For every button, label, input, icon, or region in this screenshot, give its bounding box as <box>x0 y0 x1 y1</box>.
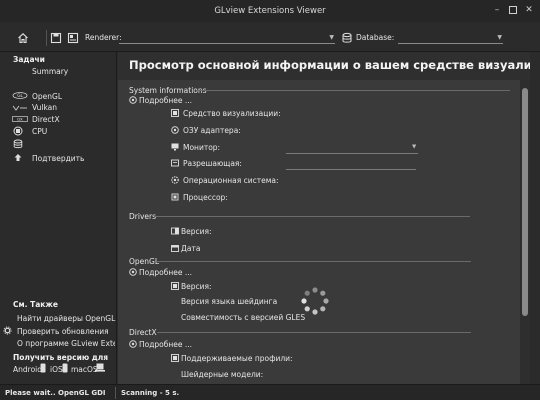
svg-text:DX: DX <box>17 117 23 122</box>
chevron-down-icon: ▼ <box>329 34 334 41</box>
scrollbar-thumb[interactable] <box>522 88 528 316</box>
find-drivers-link[interactable]: Найти драйверы OpenGL ... <box>17 314 125 323</box>
toolbar-separator <box>46 30 47 46</box>
driver-date-row-label: Дата <box>181 244 201 253</box>
tasks-header: Задачи <box>13 55 45 64</box>
database-icon <box>342 32 352 43</box>
profile-icon <box>171 354 179 362</box>
resolution-row-label: Разрешающая: <box>183 159 242 168</box>
shader-models-row-label: Шейдерные модели: <box>181 370 264 379</box>
info-icon <box>129 268 137 276</box>
version-icon <box>171 282 179 290</box>
gear-icon <box>3 326 12 335</box>
home-icon[interactable] <box>17 32 29 44</box>
about-link[interactable]: О программе GLview Extensions ... <box>17 339 115 348</box>
os-row-label: Операционная система: <box>183 176 279 185</box>
opengl-more-link[interactable]: Подробнее ... <box>139 268 192 277</box>
renderer-label: Renderer: <box>85 33 122 42</box>
calendar-icon <box>171 245 179 252</box>
renderer-combobox[interactable]: ▼ <box>119 33 335 44</box>
ios-link[interactable]: iOS <box>50 365 63 374</box>
directx-group-label: DirectX <box>129 328 157 337</box>
monitor-combobox[interactable] <box>286 153 418 154</box>
svg-text:GL: GL <box>17 93 23 98</box>
laptop-icon <box>95 363 105 372</box>
sidebar-item-summary[interactable]: Summary <box>32 67 68 76</box>
vertical-scrollbar[interactable] <box>520 80 530 384</box>
info-icon <box>129 96 137 104</box>
title-bar: GLview Extensions Viewer – ✕ <box>0 0 540 22</box>
opengl-logo: GL <box>12 92 28 99</box>
memory-icon <box>171 126 179 134</box>
phone-icon <box>62 363 68 373</box>
database-label: Database: <box>356 33 395 42</box>
loading-spinner-icon <box>301 287 329 315</box>
group-divider <box>154 216 470 217</box>
android-link[interactable]: Android <box>13 365 42 374</box>
driver-version-row-label: Версия: <box>181 227 212 236</box>
scan-status: Scanning - 5 s. <box>121 389 180 397</box>
status-separator <box>115 387 116 399</box>
save-icon[interactable] <box>50 32 62 44</box>
resolution-icon <box>171 159 179 167</box>
monitor-icon <box>171 143 179 151</box>
sidebar-item-opengl[interactable]: OpenGL <box>32 92 62 101</box>
title-band: Просмотр основной информации о вашем сре… <box>118 52 530 80</box>
page-title: Просмотр основной информации о вашем сре… <box>129 58 530 72</box>
sidebar-item-vulkan[interactable]: Vulkan <box>32 103 57 112</box>
toolbar: Renderer: ▼ Database: ▼ <box>0 22 540 52</box>
shading-language-row-label: Версия языка шейдинга <box>181 297 278 306</box>
upload-icon <box>14 154 22 161</box>
sidebar-item-cpu[interactable]: CPU <box>32 127 47 136</box>
group-divider <box>157 332 471 333</box>
renderer-row-label: Средство визуализации: <box>183 109 281 118</box>
get-version-header: Получить версию для <box>13 353 109 362</box>
supported-profiles-row-label: Поддерживаемые профили: <box>181 354 293 363</box>
database-combobox[interactable]: ▼ <box>398 33 503 44</box>
processor-icon <box>171 193 179 201</box>
close-button[interactable]: ✕ <box>523 4 535 16</box>
version-icon <box>171 227 179 235</box>
gles-compat-row-label: Совместимость с версией GLES <box>181 313 306 322</box>
phone-icon <box>40 363 46 373</box>
directx-logo: DX <box>12 116 28 122</box>
main-content: Просмотр основной информации о вашем сре… <box>118 52 530 384</box>
drivers-group-label: Drivers <box>129 212 156 221</box>
adapter-ram-row-label: ОЗУ адаптера: <box>183 126 241 135</box>
group-divider <box>196 90 510 91</box>
chevron-down-icon: ▼ <box>412 144 417 150</box>
opengl-version-row-label: Версия: <box>181 282 212 291</box>
directx-more-link[interactable]: Подробнее ... <box>139 340 192 349</box>
cpu-icon <box>13 126 23 136</box>
check-updates-link[interactable]: Проверить обновления <box>17 327 109 336</box>
group-divider <box>157 261 471 262</box>
opengl-group-label: OpenGL <box>129 257 160 266</box>
system-more-link[interactable]: Подробнее ... <box>139 96 192 105</box>
monitor-row-label: Монитор: <box>183 143 221 152</box>
maximize-icon <box>509 6 517 14</box>
info-icon <box>129 340 137 348</box>
sidebar-item-directx[interactable]: DirectX <box>32 115 60 124</box>
database-icon[interactable] <box>13 139 23 149</box>
window-title: GLview Extensions Viewer <box>214 6 326 16</box>
vulkan-logo <box>12 105 27 111</box>
minimize-button[interactable]: – <box>491 4 503 16</box>
gpu-icon <box>171 109 179 117</box>
sidebar-item-submit[interactable]: Подтвердить <box>32 154 84 163</box>
see-also-header: См. Также <box>13 300 58 309</box>
chevron-down-icon: ▼ <box>497 34 502 41</box>
status-message: Please wait.. OpenGL GDI <box>5 389 106 397</box>
system-group-label: System informations <box>129 86 207 95</box>
macos-link[interactable]: macOS <box>71 365 98 374</box>
resolution-field <box>286 169 416 170</box>
maximize-button[interactable] <box>507 4 519 16</box>
report-icon[interactable] <box>67 32 79 44</box>
os-icon <box>171 176 179 184</box>
status-bar: Please wait.. OpenGL GDI Scanning - 5 s. <box>0 384 540 400</box>
processor-row-label: Процессор: <box>183 193 228 202</box>
sidebar: Задачи Summary GL OpenGL Vulkan DX Direc… <box>0 52 125 384</box>
